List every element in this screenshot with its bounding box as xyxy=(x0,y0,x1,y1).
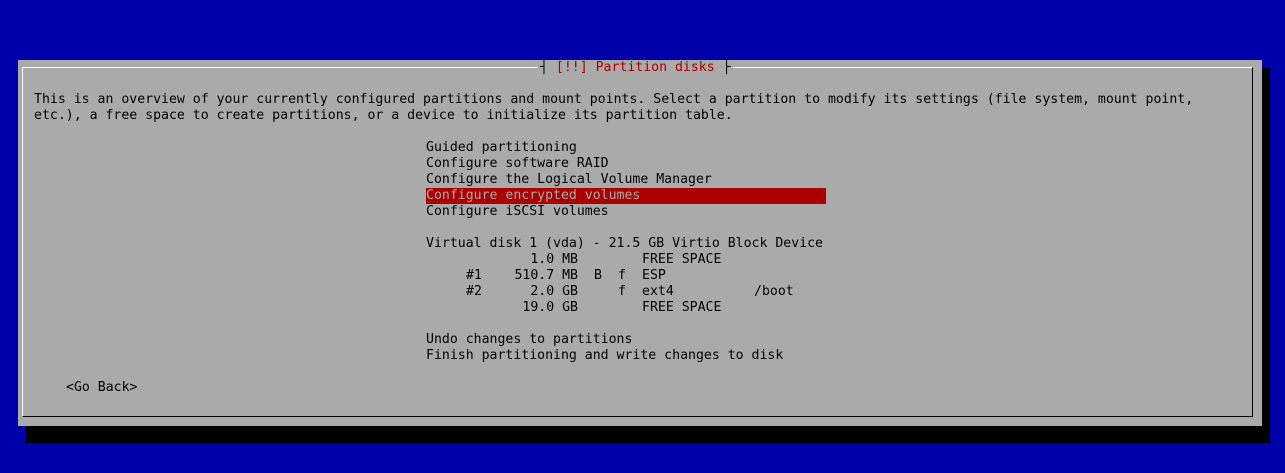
menu-item-encrypted-volumes[interactable]: Configure encrypted volumes xyxy=(426,188,826,204)
partition-format-flag: f xyxy=(618,284,626,299)
description-line-2: etc.), a free space to create partitions… xyxy=(34,108,733,123)
partition-filesystem: FREE SPACE xyxy=(642,252,722,267)
partition-size: 2.0 GB xyxy=(530,284,578,299)
partition-number: #1 xyxy=(466,268,482,283)
partition-row[interactable]: 1.0 MB FREE SPACE xyxy=(426,252,826,268)
dialog-title-text: [!!] Partition disks xyxy=(555,60,715,75)
partition-row[interactable]: #2 2.0 GB f ext4 /boot xyxy=(426,284,826,300)
partition-mount: /boot xyxy=(754,284,794,299)
partition-filesystem: ext4 xyxy=(642,284,674,299)
partition-number: #2 xyxy=(466,284,482,299)
menu-item-undo-changes[interactable]: Undo changes to partitions xyxy=(426,332,826,348)
menu-item-software-raid[interactable]: Configure software RAID xyxy=(426,156,826,172)
partition-boot-flag: B xyxy=(594,268,602,283)
partition-filesystem: FREE SPACE xyxy=(642,300,722,315)
partition-row[interactable]: 19.0 GB FREE SPACE xyxy=(426,300,826,316)
disk-device-vda[interactable]: Virtual disk 1 (vda) - 21.5 GB Virtio Bl… xyxy=(426,236,826,252)
go-back-button[interactable]: <Go Back> xyxy=(66,380,137,396)
menu-item-guided-partitioning[interactable]: Guided partitioning xyxy=(426,140,826,156)
partition-size: 19.0 GB xyxy=(522,300,578,315)
menu-item-lvm[interactable]: Configure the Logical Volume Manager xyxy=(426,172,826,188)
menu-item-iscsi-volumes[interactable]: Configure iSCSI volumes xyxy=(426,204,826,220)
partition-format-flag: f xyxy=(618,268,626,283)
partition-filesystem: ESP xyxy=(642,268,666,283)
partition-size: 510.7 MB xyxy=(514,268,578,283)
menu-item-finish-partitioning[interactable]: Finish partitioning and write changes to… xyxy=(426,348,826,364)
dialog-title: ┤ [!!] Partition disks ├ xyxy=(538,60,733,76)
partition-row[interactable]: #1 510.7 MB B f ESP xyxy=(426,268,826,284)
description-line-1: This is an overview of your currently co… xyxy=(34,92,1194,107)
partition-size: 1.0 MB xyxy=(530,252,578,267)
partition-dialog: ┤ [!!] Partition disks ├ This is an over… xyxy=(18,60,1262,426)
